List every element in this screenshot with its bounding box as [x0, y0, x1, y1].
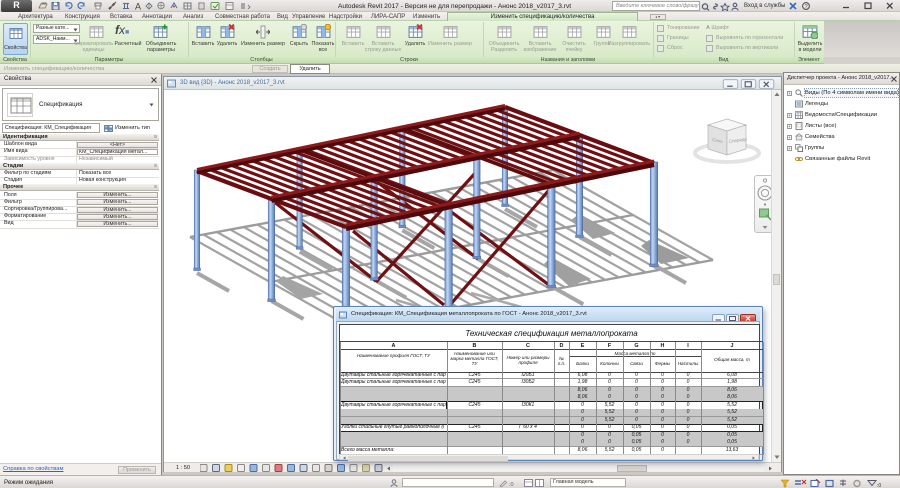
svg-text::0: :0	[509, 482, 514, 487]
svg-text:?: ?	[805, 4, 808, 10]
svg-text::0: :0	[877, 483, 881, 488]
svg-text:A: A	[135, 2, 141, 12]
